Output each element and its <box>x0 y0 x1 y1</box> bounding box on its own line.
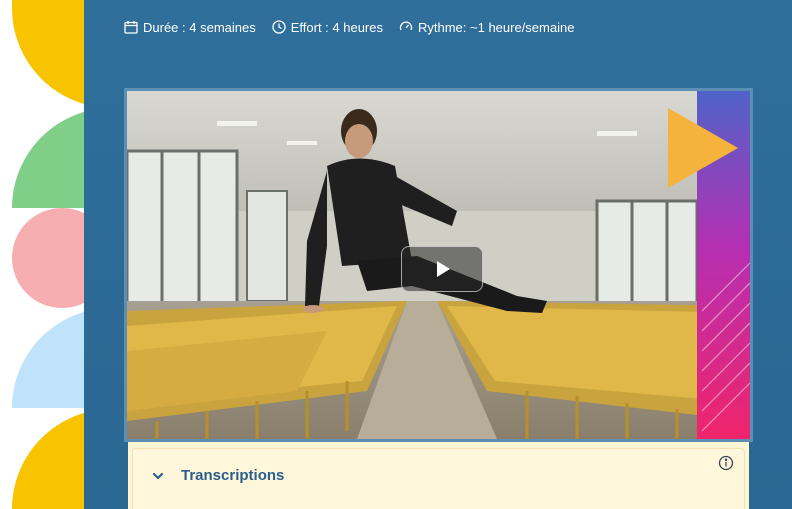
gauge-icon <box>399 21 413 31</box>
play-icon <box>437 261 450 277</box>
info-icon[interactable] <box>718 455 734 471</box>
chevron-down-icon <box>152 472 164 479</box>
calendar-icon <box>124 21 138 34</box>
duration-item: Durée : 4 semaines <box>124 20 256 35</box>
course-meta: Durée : 4 semaines Effort : 4 heures Ryt… <box>124 17 574 37</box>
play-button[interactable] <box>401 246 483 292</box>
video-player[interactable] <box>124 88 753 442</box>
duration-text: Durée : 4 semaines <box>143 19 256 35</box>
transcriptions-toggle[interactable]: Transcriptions <box>151 467 284 484</box>
effort-item: Effort : 4 heures <box>272 20 383 35</box>
transcriptions-box: Transcriptions <box>132 448 745 509</box>
rhythm-item: Rythme: ~1 heure/semaine <box>399 20 574 35</box>
transcriptions-label: Transcriptions <box>181 467 285 484</box>
rhythm-text: Rythme: ~1 heure/semaine <box>418 19 575 35</box>
clock-icon <box>272 20 286 34</box>
transcriptions-panel: Transcriptions <box>128 442 749 509</box>
effort-text: Effort : 4 heures <box>290 19 383 35</box>
